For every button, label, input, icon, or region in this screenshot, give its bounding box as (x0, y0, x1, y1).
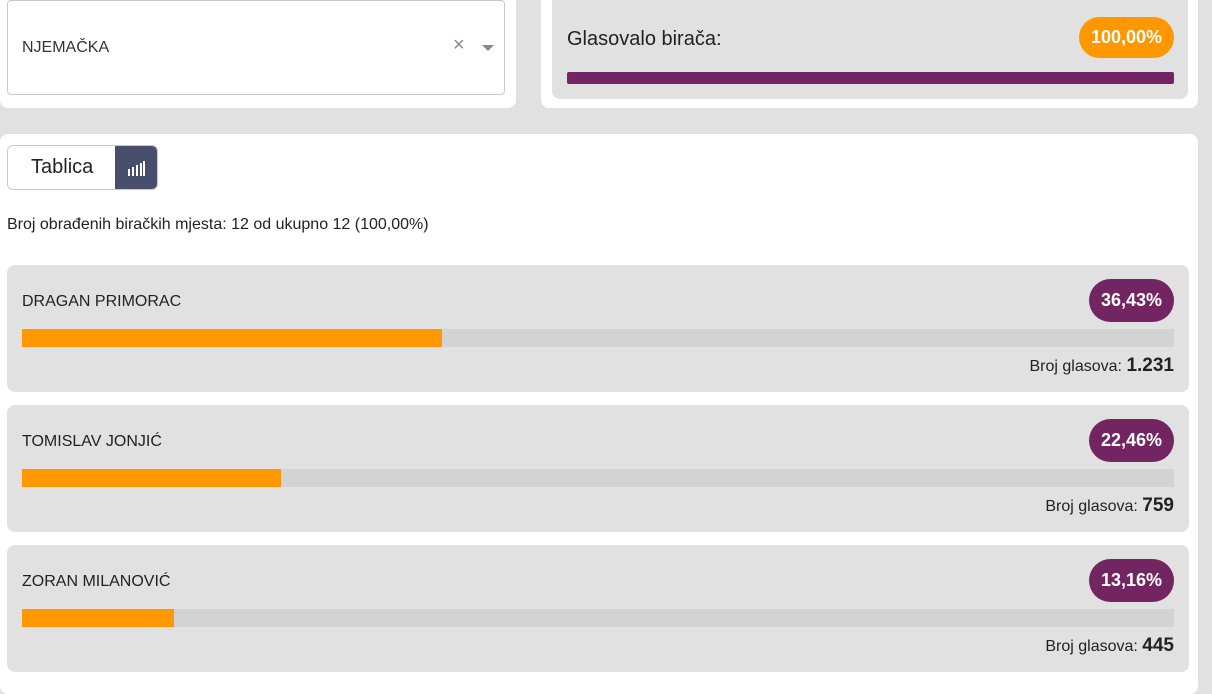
country-filter-card: NJEMAČKA × (0, 0, 516, 108)
votes-label: Broj glasova: (1029, 358, 1123, 375)
country-select[interactable]: NJEMAČKA × (7, 0, 505, 95)
turnout-card: Glasovalo birača: 100,00% (541, 0, 1198, 108)
table-view-button[interactable]: Tablica (31, 156, 93, 179)
votes-line: Broj glasova: 759 (1045, 495, 1174, 517)
turnout-panel: Glasovalo birača: 100,00% (552, 0, 1188, 99)
vote-share-bar (22, 329, 1174, 347)
candidate-name: DRAGAN PRIMORAC (22, 293, 182, 310)
turnout-label: Glasovalo birača: (567, 28, 722, 50)
bar-chart-icon (128, 161, 145, 176)
view-toggle: Tablica (7, 145, 158, 190)
candidate-name: TOMISLAV JONJIĆ (22, 433, 162, 450)
results-card: Tablica Broj obrađenih biračkih mjesta: … (0, 134, 1198, 694)
votes-line: Broj glasova: 445 (1045, 635, 1174, 657)
close-icon[interactable]: × (453, 35, 465, 55)
counted-stations-text: Broj obrađenih biračkih mjesta: 12 od uk… (7, 216, 429, 233)
votes-label: Broj glasova: (1045, 638, 1138, 655)
vote-share-bar (22, 469, 1174, 487)
candidate-card: TOMISLAV JONJIĆ 22,46% Broj glasova: 759 (7, 405, 1189, 532)
votes-line: Broj glasova: 1.231 (1030, 355, 1175, 377)
votes-value: 759 (1142, 495, 1174, 516)
votes-value: 445 (1142, 635, 1174, 656)
chart-view-button[interactable] (115, 146, 157, 189)
vote-share-bar (22, 609, 1174, 627)
candidate-percent-badge: 36,43% (1088, 279, 1174, 322)
vote-share-fill (22, 329, 442, 347)
candidate-card: ZORAN MILANOVIĆ 13,16% Broj glasova: 445 (7, 545, 1189, 672)
vote-share-fill (22, 609, 174, 627)
candidate-percent-badge: 13,16% (1088, 559, 1174, 602)
votes-label: Broj glasova: (1045, 498, 1138, 515)
candidate-name: ZORAN MILANOVIĆ (22, 573, 171, 590)
vote-share-fill (22, 469, 281, 487)
candidate-card: DRAGAN PRIMORAC 36,43% Broj glasova: 1.2… (7, 265, 1189, 392)
turnout-badge: 100,00% (1078, 17, 1174, 58)
country-select-value: NJEMAČKA (22, 39, 110, 56)
votes-value: 1.231 (1126, 355, 1174, 376)
chevron-down-icon[interactable] (482, 45, 494, 51)
turnout-bar (567, 72, 1174, 84)
candidate-percent-badge: 22,46% (1088, 419, 1174, 462)
